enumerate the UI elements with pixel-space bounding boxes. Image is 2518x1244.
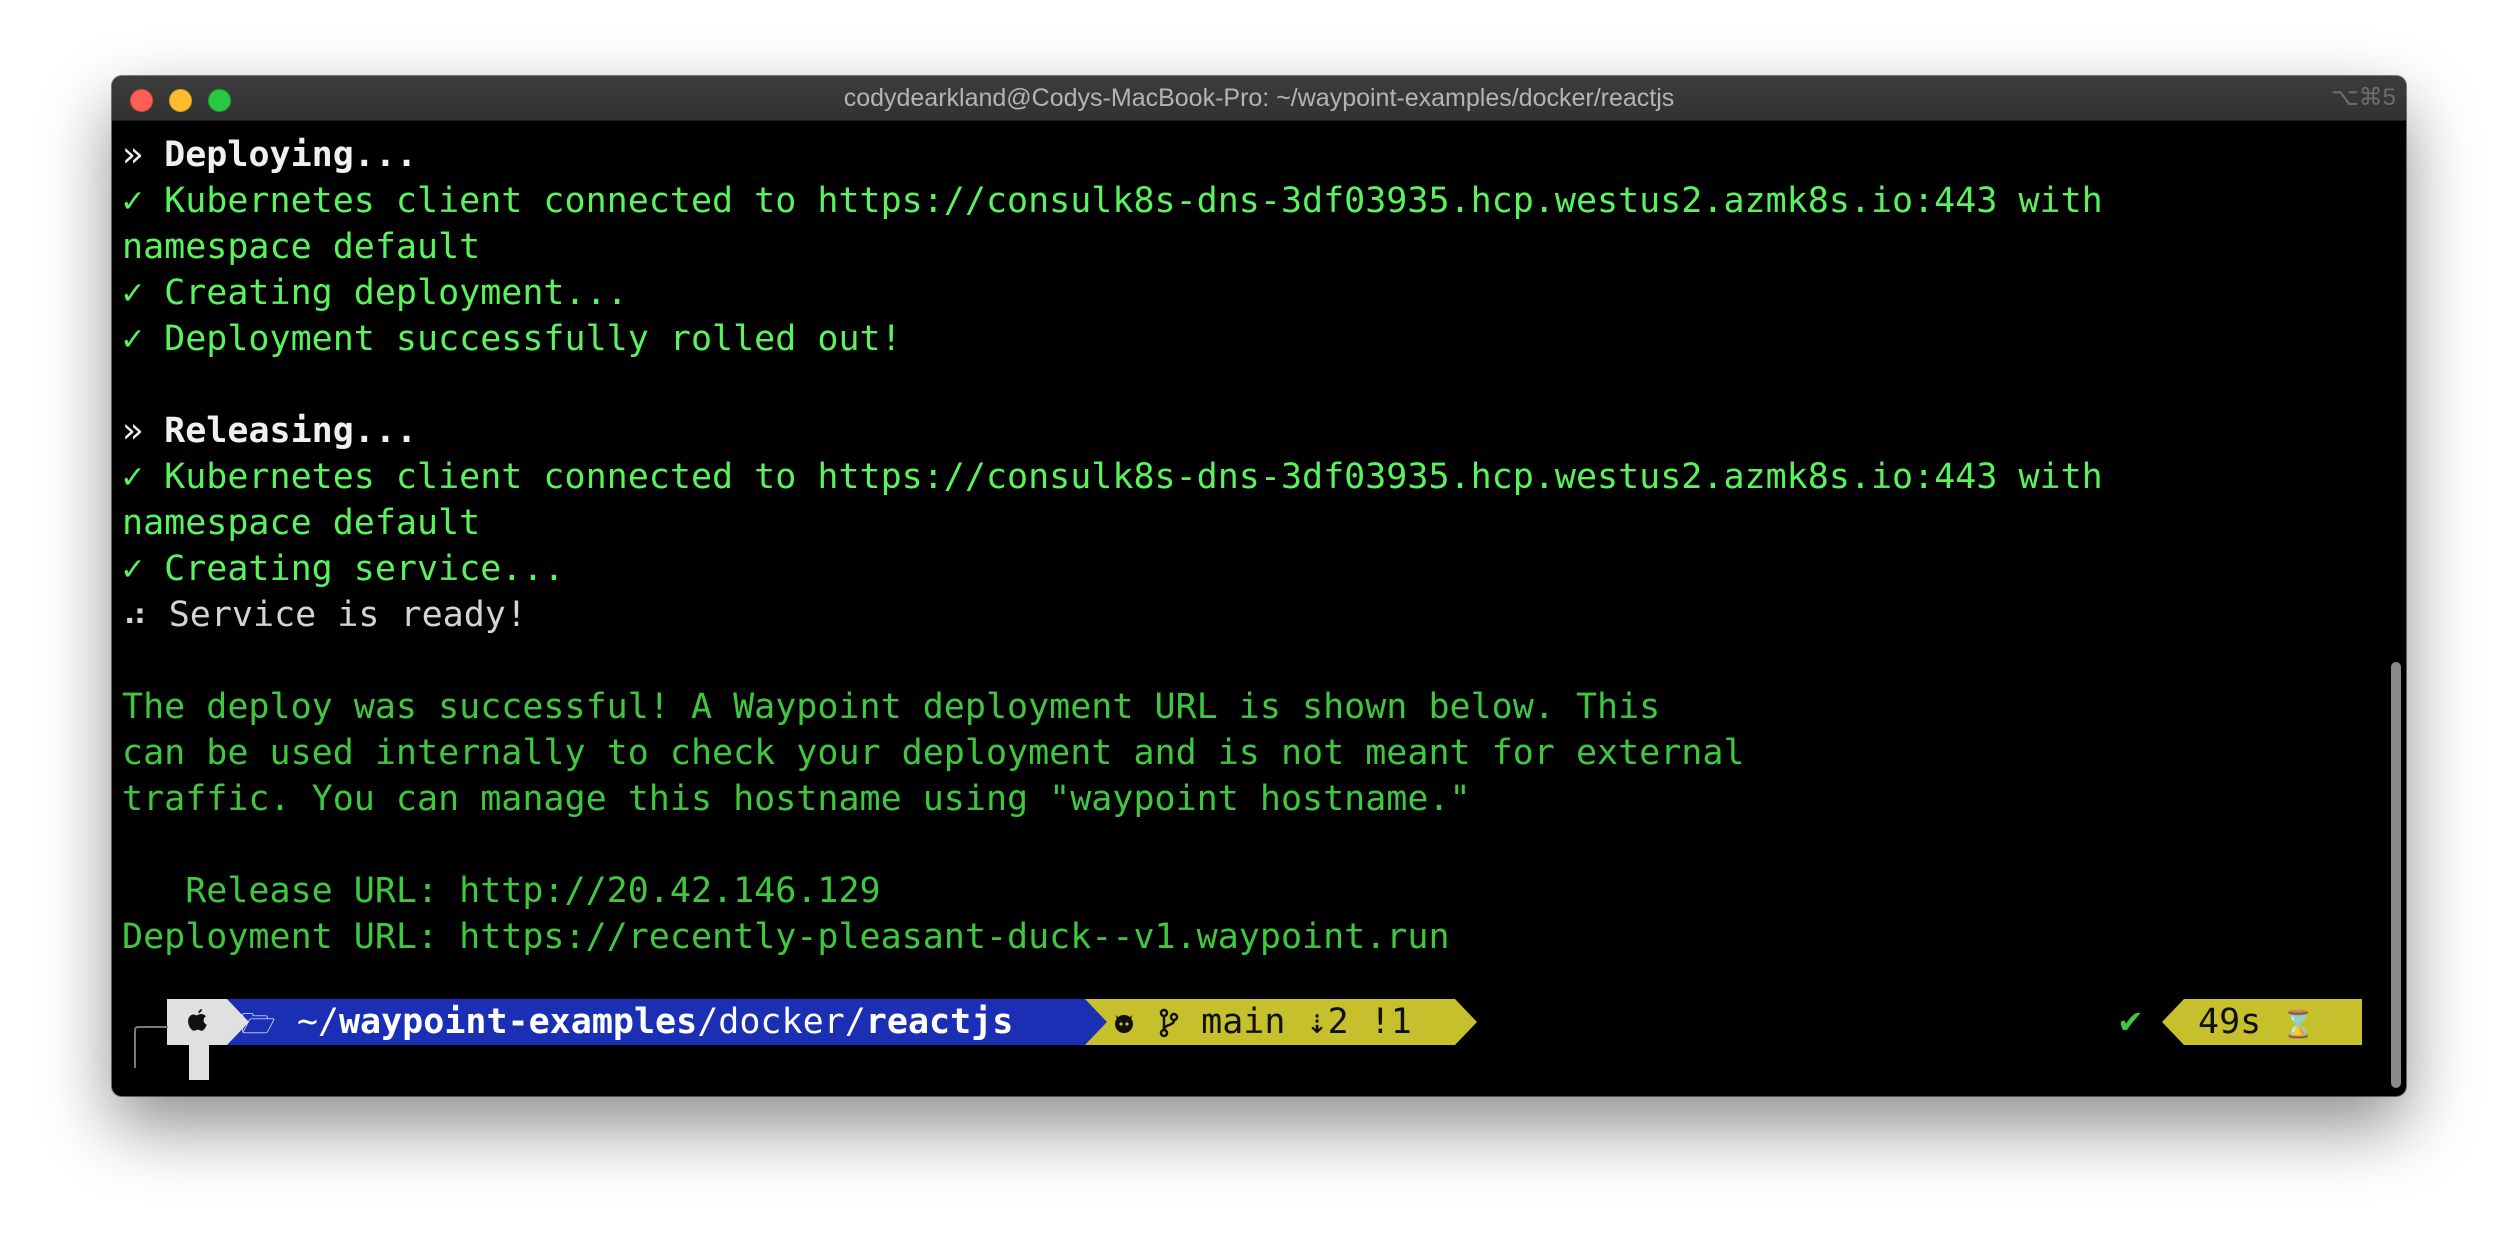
duration: 49s — [2198, 1002, 2262, 1042]
path-segment: 🗁 ~/waypoint-examples/docker/reactjs — [227, 999, 1085, 1045]
cursor — [189, 1045, 209, 1080]
deploying-header: » Deploying... — [122, 135, 418, 175]
git-status: main ⇣2 !1 — [1201, 1002, 1412, 1042]
terminal-window: codydearkland@Codys-MacBook-Pro: ~/waypo… — [112, 76, 2406, 1096]
checkmark-icon: ✔ — [2117, 1003, 2144, 1041]
cursor-frame — [134, 1026, 168, 1068]
output-line: namespace default — [122, 503, 481, 543]
shell-prompt: 🗁 ~/waypoint-examples/docker/reactjs mai… — [112, 999, 2406, 1045]
message-line: traffic. You can manage this hostname us… — [122, 779, 1471, 819]
releasing-header: » Releasing... — [122, 411, 418, 451]
output-line: namespace default — [122, 227, 481, 267]
release-url-line: Release URL: http://20.42.146.129 — [122, 871, 881, 911]
duration-segment: 49s ⌛ — [2184, 999, 2362, 1045]
output-line: ✓ Kubernetes client connected to https:/… — [122, 181, 2103, 221]
window-title: codydearkland@Codys-MacBook-Pro: ~/waypo… — [843, 84, 1675, 112]
github-icon — [1111, 1002, 1137, 1042]
git-segment: main ⇣2 !1 — [1085, 999, 1455, 1045]
scrollbar[interactable] — [2391, 662, 2401, 1088]
apple-icon — [167, 999, 227, 1045]
title-bar: codydearkland@Codys-MacBook-Pro: ~/waypo… — [112, 76, 2406, 121]
window-shortcut: ⌥⌘5 — [2330, 84, 2396, 111]
output-line: ✓ Creating deployment... — [122, 273, 628, 313]
hourglass-icon: ⌛ — [2282, 1010, 2315, 1040]
output-line: ⠴ Service is ready! — [122, 595, 527, 635]
terminal-output[interactable]: » Deploying... ✓ Kubernetes client conne… — [122, 120, 2386, 1096]
output-line: ✓ Deployment successfully rolled out! — [122, 319, 902, 359]
message-line: The deploy was successful! A Waypoint de… — [122, 687, 1661, 727]
deployment-url-line: Deployment URL: https://recently-pleasan… — [122, 917, 1450, 957]
output-line: ✓ Kubernetes client connected to https:/… — [122, 457, 2103, 497]
message-line: can be used internally to check your dep… — [122, 733, 1745, 773]
git-branch-icon — [1158, 1002, 1180, 1042]
output-line: ✓ Creating service... — [122, 549, 565, 589]
spinner-icon: ⠴ — [122, 595, 169, 635]
